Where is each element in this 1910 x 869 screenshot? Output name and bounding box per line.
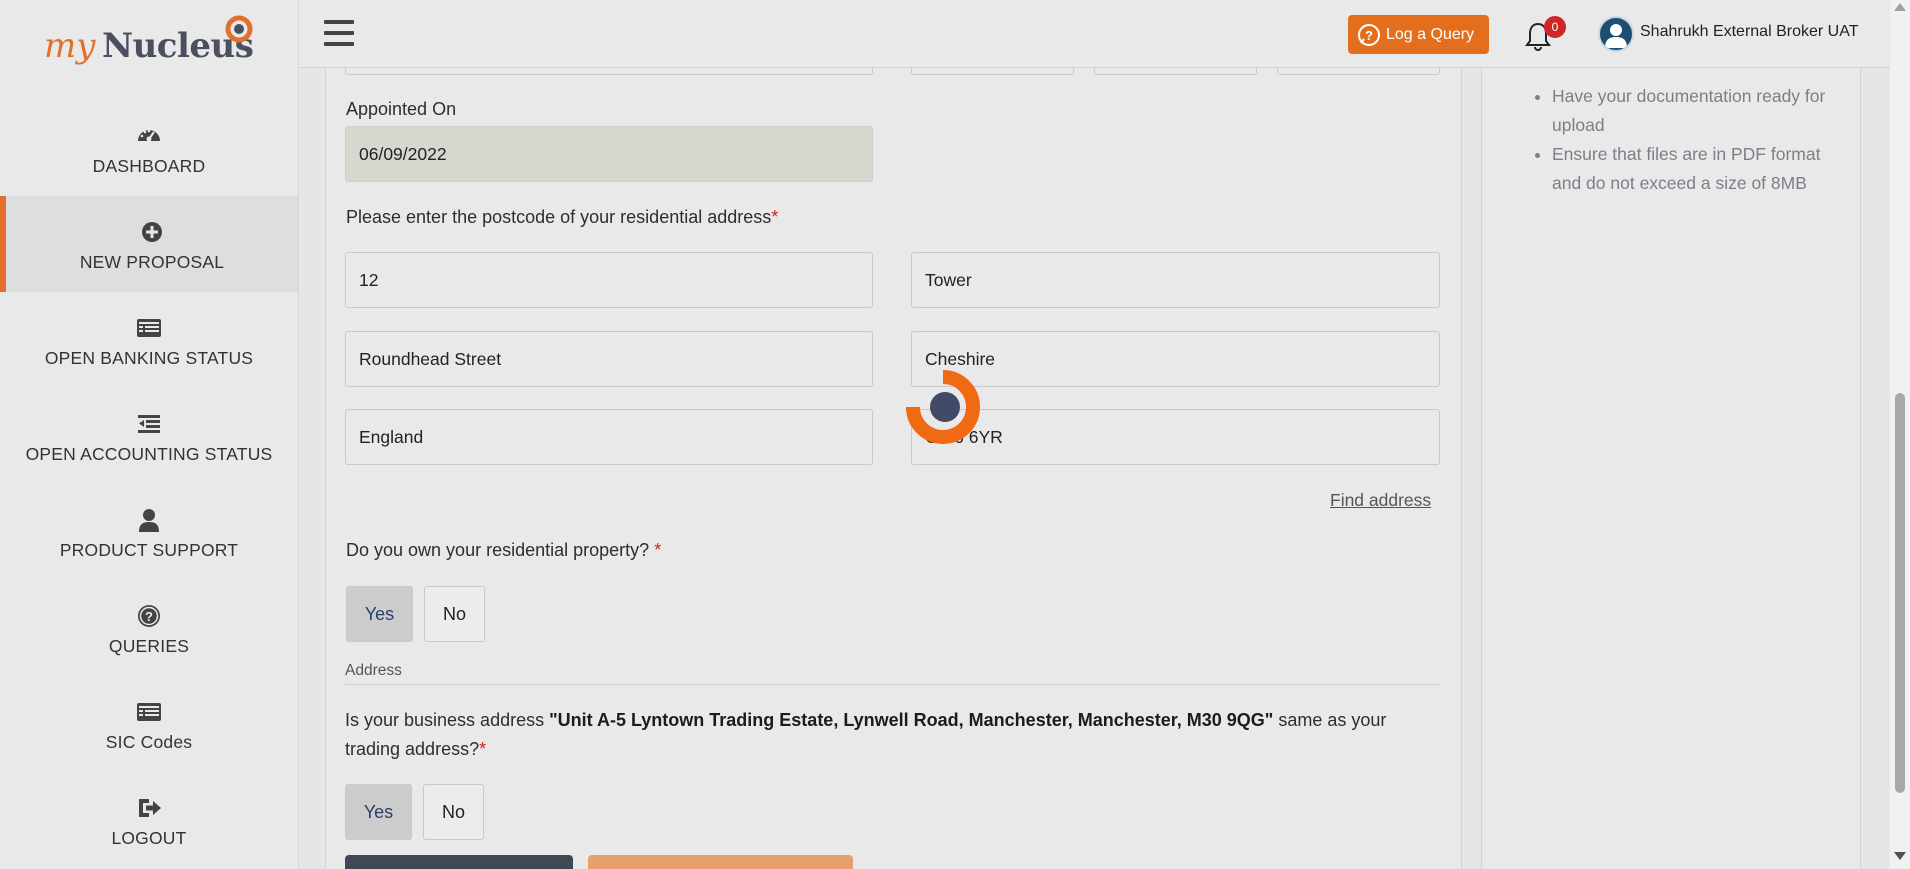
sidebar-item-label: SIC Codes bbox=[105, 732, 193, 752]
list-card-icon bbox=[137, 319, 161, 337]
country-field[interactable]: England bbox=[345, 409, 873, 465]
notification-count-badge: 0 bbox=[1544, 16, 1566, 38]
sidebar-item-product-support[interactable]: PRODUCT SUPPORT bbox=[0, 484, 298, 580]
sidebar-item-label: PRODUCT SUPPORT bbox=[59, 540, 239, 560]
sidebar-item-open-accounting-status[interactable]: OPEN ACCOUNTING STATUS bbox=[0, 388, 298, 484]
business-address-yes-button[interactable]: Yes bbox=[345, 784, 412, 840]
sidebar-item-label: OPEN BANKING STATUS bbox=[44, 348, 254, 368]
sidebar-item-sic-codes[interactable]: SIC Codes bbox=[0, 676, 298, 772]
appointed-on-field[interactable]: 06/09/2022 bbox=[345, 126, 873, 182]
street-field[interactable]: Roundhead Street bbox=[345, 331, 873, 387]
sidebar-item-label: OPEN ACCOUNTING STATUS bbox=[25, 444, 273, 464]
guidance-panel: Have your documentation ready for upload… bbox=[1481, 52, 1861, 869]
guidance-item: Have your documentation ready for upload bbox=[1552, 82, 1852, 140]
own-property-question-text: Do you own your residential property? bbox=[346, 540, 650, 560]
log-query-label: Log a Query bbox=[1386, 25, 1475, 43]
sidebar-item-label: QUERIES bbox=[108, 636, 190, 656]
sidebar-item-open-banking-status[interactable]: OPEN BANKING STATUS bbox=[0, 292, 298, 388]
guidance-item: Ensure that files are in PDF format and … bbox=[1552, 140, 1852, 198]
loading-spinner-icon bbox=[906, 370, 980, 444]
list-card-icon bbox=[137, 703, 161, 721]
sidebar-item-label: NEW PROPOSAL bbox=[79, 252, 225, 272]
continue-button[interactable] bbox=[588, 855, 853, 869]
log-query-button[interactable]: ? Log a Query bbox=[1348, 15, 1489, 54]
svg-text:?: ? bbox=[145, 609, 153, 624]
required-mark: * bbox=[654, 540, 662, 560]
business-address-value: "Unit A-5 Lyntown Trading Estate, Lynwel… bbox=[549, 710, 1274, 730]
user-name[interactable]: Shahrukh External Broker UAT bbox=[1640, 23, 1858, 41]
postcode-question-text: Please enter the postcode of your reside… bbox=[346, 207, 772, 227]
top-header: ? Log a Query 0 Shahrukh External Broker… bbox=[299, 0, 1890, 68]
sidebar-item-label: DASHBOARD bbox=[92, 156, 206, 176]
plus-circle-icon bbox=[142, 222, 162, 242]
sidebar-item-logout[interactable]: LOGOUT bbox=[0, 772, 298, 868]
mynucleus-logo[interactable]: my Nucleus bbox=[44, 14, 264, 74]
sidebar-item-label: LOGOUT bbox=[111, 828, 187, 848]
question-bubble-icon: ? bbox=[1358, 23, 1380, 46]
indent-list-icon bbox=[138, 415, 160, 433]
appointed-on-label: Appointed On bbox=[346, 99, 457, 119]
own-property-question: Do you own your residential property? * bbox=[346, 540, 661, 561]
business-address-no-button[interactable]: No bbox=[423, 784, 484, 840]
question-circle-icon: ? bbox=[138, 605, 160, 627]
postcode-question-label: Please enter the postcode of your reside… bbox=[346, 207, 778, 228]
avatar[interactable] bbox=[1598, 16, 1634, 52]
building-field[interactable]: Tower bbox=[911, 252, 1440, 308]
back-button[interactable] bbox=[345, 855, 573, 869]
sidebar-item-dashboard[interactable]: DASHBOARD bbox=[0, 100, 298, 196]
find-address-link[interactable]: Find address bbox=[1330, 490, 1431, 511]
section-divider bbox=[345, 684, 1440, 685]
sidebar-item-queries[interactable]: ? QUERIES bbox=[0, 580, 298, 676]
sidebar: my Nucleus DASHBOARD NEW PROPOSAL OPEN B… bbox=[0, 0, 299, 869]
required-mark: * bbox=[479, 739, 487, 759]
scroll-up-arrow-icon[interactable] bbox=[1894, 3, 1906, 11]
business-address-question: Is your business address "Unit A-5 Lynto… bbox=[345, 706, 1445, 764]
scroll-down-arrow-icon[interactable] bbox=[1894, 852, 1906, 860]
logo-ring-icon bbox=[225, 15, 253, 43]
sidebar-item-new-proposal[interactable]: NEW PROPOSAL bbox=[0, 196, 298, 292]
scrollbar-thumb[interactable] bbox=[1895, 393, 1905, 793]
required-mark: * bbox=[771, 207, 779, 227]
gauge-icon bbox=[138, 129, 160, 142]
business-address-prefix: Is your business address bbox=[345, 710, 550, 730]
own-property-yes-button[interactable]: Yes bbox=[346, 586, 413, 642]
postcode-field[interactable]: CW6 6YR bbox=[911, 409, 1440, 465]
user-avatar-icon bbox=[1605, 24, 1627, 48]
logo-my-text: my bbox=[44, 26, 96, 66]
house-number-field[interactable]: 12 bbox=[345, 252, 873, 308]
user-icon bbox=[139, 509, 159, 532]
logout-icon bbox=[139, 799, 161, 817]
svg-text:?: ? bbox=[1365, 28, 1373, 43]
county-field[interactable]: Cheshire bbox=[911, 331, 1440, 387]
address-section-title: Address bbox=[345, 662, 402, 679]
own-property-no-button[interactable]: No bbox=[424, 586, 485, 642]
menu-toggle-icon[interactable] bbox=[324, 20, 354, 46]
guidance-list: Have your documentation ready for upload… bbox=[1552, 82, 1852, 198]
